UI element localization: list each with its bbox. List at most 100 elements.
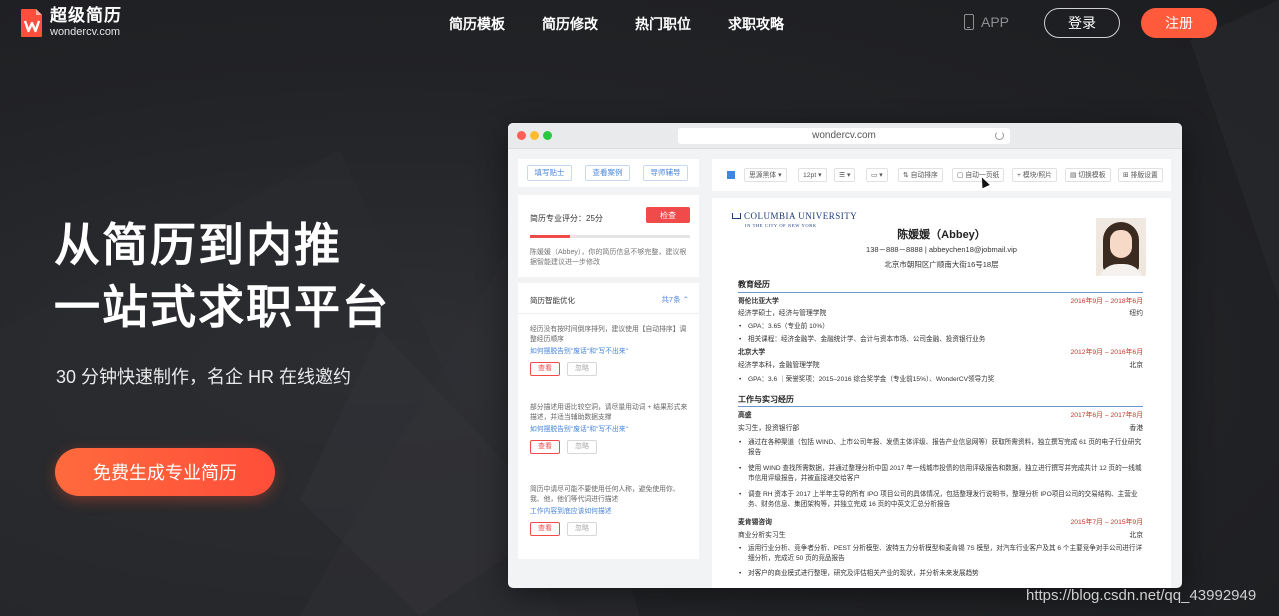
education-heading: 教育经历 — [738, 280, 770, 289]
nav-resume-editing[interactable]: 简历修改 — [542, 14, 598, 34]
app-label: APP — [981, 14, 1010, 30]
edu-school-row[interactable]: 哥伦比亚大学 2016年9月 – 2018年6月 — [738, 297, 1143, 306]
edu-degree-row[interactable]: 经济学硕士，经济与管理学院 纽约 — [738, 309, 1143, 318]
edu-date: 2012年9月 – 2016年6月 — [1070, 349, 1143, 356]
school-logo-name: COLUMBIA UNIVERSITY — [744, 211, 858, 221]
edu-bullet[interactable]: GPA：3.65（专业前 10%） — [739, 322, 1143, 332]
edu-degree: 经济学硕士，经济与管理学院 — [738, 310, 827, 317]
check-button[interactable]: 检查 — [646, 207, 690, 223]
nav-resume-templates[interactable]: 简历模板 — [449, 14, 505, 34]
font-select[interactable]: 思源黑体 ▾ — [744, 168, 787, 182]
logo-document-icon — [21, 8, 42, 37]
create-resume-button[interactable]: 免费生成专业简历 — [55, 448, 275, 496]
app-download-link[interactable]: APP — [964, 14, 1009, 30]
edu-school: 北京大学 — [738, 349, 766, 356]
address-bar[interactable]: wondercv.com — [678, 128, 1010, 144]
suggestion-link[interactable]: 工作内容到底应该如何描述 — [530, 507, 692, 516]
work-role: 实习生，投资银行部 — [738, 425, 800, 432]
suggestion-item: 经历没有按时间倒序排列，建议使用【自动排序】调整经历顺序 如何摆脱告别"废话"和… — [530, 325, 692, 376]
suggestion-ignore-button[interactable]: 忽略 — [567, 362, 597, 376]
line-spacing-icon[interactable]: ☰ ▾ — [834, 168, 856, 182]
edu-place: 北京 — [1129, 362, 1143, 369]
suggestion-ignore-button[interactable]: 忽略 — [567, 440, 597, 454]
section-divider — [738, 406, 1143, 407]
nav-hot-jobs[interactable]: 热门职位 — [635, 14, 691, 34]
edu-date: 2016年9月 – 2018年6月 — [1070, 298, 1143, 305]
edu-school: 哥伦比亚大学 — [738, 298, 779, 305]
chevron-up-icon: ⌃ — [682, 295, 689, 304]
logo-domain: wondercv.com — [50, 26, 121, 38]
layout-settings-button[interactable]: ⊞ 排版设置 — [1118, 168, 1163, 182]
browser-mockup: wondercv.com 填写贴士 查看案例 导师辅导 简历专业评分：25分 检… — [508, 123, 1182, 588]
work-bullet[interactable]: 运用行业分析、竞争者分析、PEST 分析模型、波特五力分析模型和麦肯锡 7S 模… — [739, 544, 1143, 563]
examples-button[interactable]: 查看案例 — [585, 165, 630, 181]
tips-button[interactable]: 填写贴士 — [527, 165, 572, 181]
edu-place: 纽约 — [1129, 310, 1143, 317]
edu-degree-row[interactable]: 经济学本科，金融管理学院 北京 — [738, 361, 1143, 370]
suggestion-item: 简历中请尽可能不要使用任何人称，避免使用你、我、他，他们等代词进行描述 工作内容… — [530, 485, 692, 536]
tips-card: 填写贴士 查看案例 导师辅导 — [518, 159, 699, 187]
work-date: 2017年6月 – 2017年8月 — [1070, 412, 1143, 419]
window-maximize-dot — [543, 131, 552, 140]
reload-icon[interactable] — [995, 131, 1004, 140]
work-bullet[interactable]: 通过在各种渠道（包括 WIND、上市公司年报、发债主体评级、报告产业信息网等）获… — [739, 438, 1143, 457]
suggestion-text: 简历中请尽可能不要使用任何人称，避免使用你、我、他，他们等代词进行描述 — [530, 486, 680, 503]
modules-photo-label: 模块/照片 — [1022, 172, 1052, 179]
edu-degree: 经济学本科，金融管理学院 — [738, 362, 820, 369]
score-card: 简历专业评分：25分 检查 陈媛媛（Abbey），你的简历信息不够完整，建议根据… — [518, 195, 699, 277]
auto-sort-label: 自动排序 — [910, 172, 938, 179]
suggestion-view-button[interactable]: 查看 — [530, 522, 560, 536]
modules-photo-button[interactable]: + 模块/照片 — [1012, 168, 1057, 182]
work-bullet[interactable]: 调查 RH 资本于 2017 上半年主导的所有 IPO 项目公司的具体情况，包括… — [739, 490, 1143, 509]
layout-settings-label: 排版设置 — [1130, 172, 1158, 179]
work-bullet[interactable]: 对客户的商业模式进行整理，研究及评估相关产业的现状，并分析未来发展趋势 — [739, 569, 1143, 579]
work-bullet[interactable]: 使用 WIND 查找所需数据，并通过整理分析中国 2017 年一线城市投债的信用… — [739, 464, 1143, 483]
watermark-text: https://blog.csdn.net/qq_43992949 — [1026, 587, 1257, 604]
suggestion-ignore-button[interactable]: 忽略 — [567, 522, 597, 536]
font-select-label: 思源黑体 — [749, 172, 777, 179]
main-nav: 简历模板 简历修改 热门职位 求职攻略 — [449, 14, 784, 34]
crown-icon — [732, 213, 741, 219]
register-button[interactable]: 注册 — [1141, 8, 1217, 38]
address-url: wondercv.com — [812, 130, 876, 141]
section-divider — [738, 292, 1143, 293]
work-company-row[interactable]: 麦肯锡咨询 2015年7月 – 2015年9月 — [738, 518, 1143, 527]
page-icon[interactable]: ▭ ▾ — [866, 168, 888, 182]
switch-template-label: 切换模板 — [1078, 172, 1106, 179]
score-note: 陈媛媛（Abbey），你的简历信息不够完整，建议根据智能建议进一步修改 — [530, 249, 687, 266]
login-button[interactable]: 登录 — [1044, 8, 1120, 38]
work-role-row[interactable]: 实习生，投资银行部 香港 — [738, 424, 1143, 433]
optimize-count[interactable]: 共7条 ⌃ — [661, 294, 689, 305]
editor-toolbar: 思源黑体 ▾ 12pt ▾ ☰ ▾ ▭ ▾ ⇅ 自动排序 ▢ 自动一页纸 + 模… — [712, 159, 1171, 191]
auto-sort-button[interactable]: ⇅ 自动排序 — [898, 168, 943, 182]
resume-photo[interactable] — [1096, 218, 1146, 276]
score-label: 简历专业评分：25分 — [530, 214, 603, 223]
edu-school-row[interactable]: 北京大学 2012年9月 – 2016年6月 — [738, 348, 1143, 357]
score-progress — [530, 235, 690, 238]
optimize-title: 简历智能优化 — [530, 296, 575, 305]
suggestion-view-button[interactable]: 查看 — [530, 440, 560, 454]
edu-bullet[interactable]: 相关课程：经济金融学、金融统计学、会计与资本市场、公司金融、投资银行业务 — [739, 335, 1143, 345]
logo-name: 超级简历 — [50, 6, 122, 25]
work-place: 香港 — [1129, 425, 1143, 432]
mentor-button[interactable]: 导师辅导 — [643, 165, 688, 181]
suggestion-link[interactable]: 如何摆脱告别"废话"和"写不出来" — [530, 347, 692, 356]
edu-bullet[interactable]: GPA：3.6 ｜荣誉奖项：2015–2016 综合奖学金（专业前15%）、Wo… — [739, 375, 1143, 385]
work-company-row[interactable]: 高盛 2017年6月 – 2017年8月 — [738, 411, 1143, 420]
logo[interactable]: 超级简历 wondercv.com — [20, 7, 122, 38]
suggestion-link[interactable]: 如何摆脱告别"废话"和"写不出来" — [530, 425, 692, 434]
hero-subtitle: 30 分钟快速制作，名企 HR 在线邀约 — [56, 367, 352, 387]
resume-document: COLUMBIA UNIVERSITY IN THE CITY OF NEW Y… — [712, 198, 1171, 588]
suggestion-view-button[interactable]: 查看 — [530, 362, 560, 376]
work-date: 2015年7月 – 2015年9月 — [1070, 519, 1143, 526]
work-place: 北京 — [1129, 532, 1143, 539]
window-close-dot — [517, 131, 526, 140]
work-role-row[interactable]: 商业分析实习生 北京 — [738, 531, 1143, 540]
switch-template-button[interactable]: ▤ 切换模板 — [1065, 168, 1111, 182]
theme-color-swatch[interactable] — [727, 171, 735, 179]
browser-title-bar: wondercv.com — [508, 123, 1182, 149]
suggestion-item: 部分描述用语比较空洞，请尽量用动词 + 结果形式来描述，并适当辅助数据支撑 如何… — [530, 403, 692, 454]
nav-job-guides[interactable]: 求职攻略 — [728, 14, 784, 34]
work-company: 麦肯锡咨询 — [738, 519, 772, 526]
font-size-select[interactable]: 12pt ▾ — [798, 168, 827, 182]
